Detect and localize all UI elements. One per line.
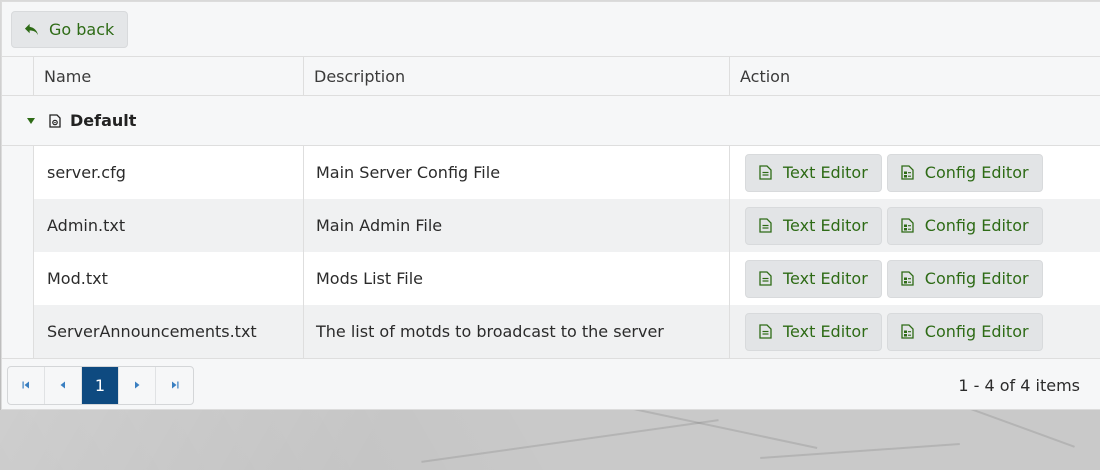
text-editor-label: Text Editor bbox=[783, 322, 868, 341]
config-editor-label: Config Editor bbox=[924, 269, 1029, 288]
caret-down-icon bbox=[26, 117, 35, 124]
text-file-icon bbox=[759, 218, 772, 233]
config-file-icon bbox=[901, 324, 914, 339]
text-editor-label: Text Editor bbox=[783, 216, 868, 235]
go-back-button[interactable]: Go back bbox=[11, 10, 129, 48]
config-editor-button[interactable]: Config Editor bbox=[886, 259, 1043, 298]
table-row: ServerAnnouncements.txt The list of motd… bbox=[2, 305, 1100, 358]
config-file-icon bbox=[48, 113, 62, 128]
config-file-icon bbox=[901, 165, 914, 180]
text-editor-button[interactable]: Text Editor bbox=[745, 153, 882, 192]
text-editor-label: Text Editor bbox=[783, 163, 868, 182]
grid-header: Name Description Action bbox=[2, 57, 1100, 96]
config-editor-button[interactable]: Config Editor bbox=[886, 153, 1043, 192]
row-actions: Text Editor Config Editor bbox=[729, 252, 1100, 305]
first-page-button[interactable] bbox=[8, 366, 45, 404]
group-title: Default bbox=[70, 111, 137, 130]
file-description: Main Admin File bbox=[303, 199, 729, 252]
column-header-description[interactable]: Description bbox=[303, 57, 729, 95]
file-description: Mods List File bbox=[303, 252, 729, 305]
page-number-button[interactable]: 1 bbox=[82, 366, 119, 404]
file-grid-panel: Go back Name Description Action Default … bbox=[1, 1, 1100, 410]
text-editor-button[interactable]: Text Editor bbox=[745, 259, 882, 298]
group-collapse-toggle[interactable] bbox=[2, 117, 35, 124]
column-header-action[interactable]: Action bbox=[729, 57, 1100, 95]
first-page-icon bbox=[22, 381, 29, 389]
row-indent bbox=[2, 305, 33, 358]
row-indent bbox=[2, 146, 33, 199]
text-editor-button[interactable]: Text Editor bbox=[745, 312, 882, 351]
table-row: server.cfg Main Server Config File Text … bbox=[2, 146, 1100, 199]
config-editor-label: Config Editor bbox=[924, 322, 1029, 341]
file-description: The list of motds to broadcast to the se… bbox=[303, 305, 729, 358]
row-indent bbox=[2, 199, 33, 252]
text-file-icon bbox=[759, 271, 772, 286]
group-row-default: Default bbox=[2, 96, 1100, 146]
config-file-icon bbox=[901, 271, 914, 286]
last-page-icon bbox=[171, 381, 178, 389]
file-name: ServerAnnouncements.txt bbox=[33, 305, 303, 358]
file-rows: server.cfg Main Server Config File Text … bbox=[2, 146, 1100, 358]
text-editor-label: Text Editor bbox=[783, 269, 868, 288]
previous-page-icon bbox=[60, 381, 65, 389]
next-page-icon bbox=[135, 381, 140, 389]
back-arrow-icon bbox=[24, 23, 39, 35]
config-editor-button[interactable]: Config Editor bbox=[886, 312, 1043, 351]
file-name: server.cfg bbox=[33, 146, 303, 199]
table-row: Admin.txt Main Admin File Text Editor Co… bbox=[2, 199, 1100, 252]
file-description: Main Server Config File bbox=[303, 146, 729, 199]
config-editor-label: Config Editor bbox=[924, 216, 1029, 235]
next-page-button[interactable] bbox=[119, 366, 156, 404]
text-file-icon bbox=[759, 324, 772, 339]
file-name: Mod.txt bbox=[33, 252, 303, 305]
pager: 1 1 - 4 of 4 items bbox=[2, 358, 1100, 411]
last-page-button[interactable] bbox=[156, 367, 193, 404]
pager-info: 1 - 4 of 4 items bbox=[958, 375, 1080, 395]
toolbar: Go back bbox=[2, 2, 1100, 57]
previous-page-button[interactable] bbox=[45, 366, 82, 404]
row-indent bbox=[2, 252, 33, 305]
config-file-icon bbox=[901, 218, 914, 233]
config-editor-label: Config Editor bbox=[924, 163, 1029, 182]
text-file-icon bbox=[759, 165, 772, 180]
background-image bbox=[0, 410, 1100, 470]
row-actions: Text Editor Config Editor bbox=[729, 146, 1100, 199]
file-name: Admin.txt bbox=[33, 199, 303, 252]
column-header-name[interactable]: Name bbox=[33, 57, 303, 95]
text-editor-button[interactable]: Text Editor bbox=[745, 206, 882, 245]
config-editor-button[interactable]: Config Editor bbox=[886, 206, 1043, 245]
pager-buttons: 1 bbox=[7, 365, 194, 405]
go-back-label: Go back bbox=[49, 19, 115, 39]
row-actions: Text Editor Config Editor bbox=[729, 305, 1100, 358]
expand-column-header bbox=[2, 57, 33, 95]
row-actions: Text Editor Config Editor bbox=[729, 199, 1100, 252]
table-row: Mod.txt Mods List File Text Editor Confi… bbox=[2, 252, 1100, 305]
